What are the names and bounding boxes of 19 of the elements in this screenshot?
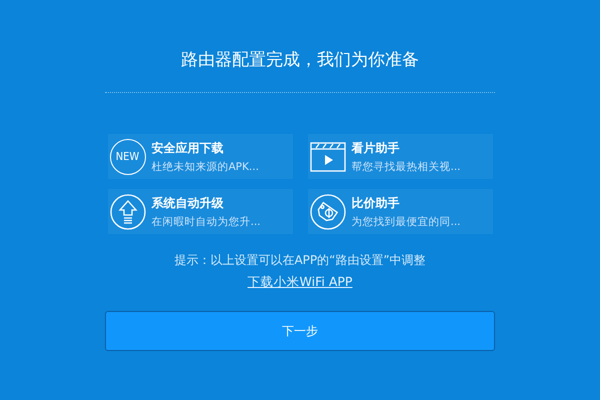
- feature-name: 看片助手: [352, 140, 400, 156]
- feature-description: 为您找到最便宜的同...: [352, 214, 461, 228]
- feature-name: 比价助手: [352, 194, 400, 212]
- feature-description: 在闲暇时自动为您升...: [152, 214, 261, 228]
- feature-card[interactable]: 比价助手 为您找到最便宜的同...: [308, 189, 492, 234]
- feature-description: 帮您寻找最热相关视...: [352, 160, 461, 174]
- feature-card[interactable]: NEW 安全应用下载 杜绝未知来源的APK...: [108, 134, 292, 179]
- tip-text: 提示：以上设置可以在APP的“路由设置”中调整: [174, 252, 426, 269]
- feature-card[interactable]: 看片助手 帮您寻找最热相关视...: [308, 134, 492, 179]
- next-button[interactable]: 下一步: [105, 311, 495, 351]
- feature-name: 系统自动升级: [152, 194, 224, 212]
- page-title: 路由器配置完成，我们为你准备: [181, 49, 419, 72]
- feature-description: 杜绝未知来源的APK...: [152, 160, 259, 174]
- new-badge-icon: NEW: [110, 138, 146, 174]
- feature-card[interactable]: 系统自动升级 在闲暇时自动为您升...: [108, 189, 292, 234]
- clapperboard-icon: [310, 142, 346, 172]
- feature-name: 安全应用下载: [152, 140, 224, 156]
- download-app-link[interactable]: 下载小米WiFi APP: [248, 274, 352, 291]
- price-tag-icon: [310, 194, 346, 230]
